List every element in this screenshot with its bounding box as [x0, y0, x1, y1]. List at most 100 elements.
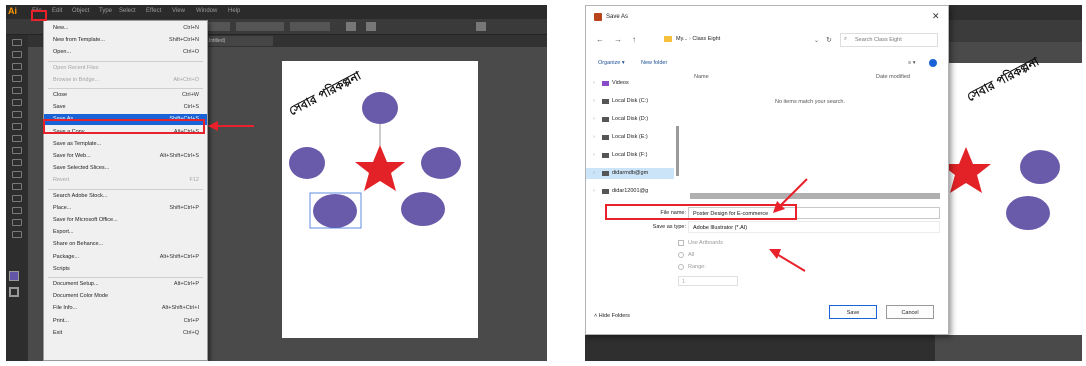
- rectangle-tool-icon[interactable]: [12, 123, 22, 130]
- gradient-tool-icon[interactable]: [12, 219, 22, 226]
- chevron-right-icon[interactable]: ›: [593, 152, 595, 158]
- magic-wand-tool-icon[interactable]: [12, 63, 22, 70]
- file-menu-item[interactable]: New... Ctrl+N: [44, 23, 207, 34]
- hide-folders-toggle[interactable]: ˄ Hide Folders: [594, 313, 630, 319]
- address-bar[interactable]: My... › Class Eight: [662, 33, 810, 47]
- save-button[interactable]: Save: [829, 305, 877, 319]
- chevron-right-icon[interactable]: ›: [593, 80, 595, 86]
- file-menu-item[interactable]: Export...: [44, 227, 207, 238]
- file-menu-item[interactable]: Save Ctrl+S: [44, 102, 207, 113]
- breadcrumb-current[interactable]: Class Eight: [692, 36, 720, 42]
- nav-item[interactable]: › Local Disk (D:): [586, 114, 674, 125]
- file-menu-item[interactable]: Share on Behance...: [44, 239, 207, 250]
- close-icon[interactable]: ✕: [932, 11, 940, 22]
- file-menu-item[interactable]: Document Setup... Alt+Ctrl+P: [44, 279, 207, 290]
- organize-button[interactable]: Organize ▾: [598, 60, 625, 66]
- chevron-right-icon[interactable]: ›: [593, 116, 595, 122]
- ellipse-right[interactable]: [421, 147, 461, 179]
- chevron-right-icon[interactable]: ›: [593, 170, 595, 176]
- menu-help[interactable]: Help: [228, 8, 240, 14]
- file-menu-item[interactable]: File Info... Alt+Shift+Ctrl+I: [44, 303, 207, 314]
- ellipse-left[interactable]: [289, 147, 325, 179]
- type-tool-icon[interactable]: [12, 99, 22, 106]
- rotate-tool-icon[interactable]: [12, 171, 22, 178]
- all-radio[interactable]: [678, 252, 684, 258]
- help-icon[interactable]: [929, 59, 937, 67]
- forward-arrow-icon[interactable]: →: [614, 35, 622, 44]
- navigation-pane: › Videos › Local Disk (C:) › Local Disk (D:) ›…: [586, 72, 678, 222]
- chevron-right-icon[interactable]: ›: [593, 188, 595, 194]
- ellipse-bottom-right[interactable]: [401, 192, 445, 226]
- eyedropper-tool-icon[interactable]: [12, 231, 22, 238]
- nav-item[interactable]: › Local Disk (E:): [586, 132, 674, 143]
- nav-scrollbar[interactable]: [676, 126, 679, 176]
- ellipse-top[interactable]: [362, 92, 398, 124]
- view-options-icon[interactable]: ≡ ▾: [908, 60, 916, 66]
- chevron-down-icon[interactable]: ⌄: [814, 37, 819, 44]
- file-menu-item[interactable]: Print... Ctrl+P: [44, 316, 207, 327]
- highlight-save-as: [43, 119, 205, 134]
- pen-tool-icon[interactable]: [12, 75, 22, 82]
- menu-view[interactable]: View: [172, 8, 185, 14]
- up-arrow-icon[interactable]: ↑: [632, 35, 636, 44]
- recolor-icon[interactable]: [366, 22, 376, 31]
- scale-tool-icon[interactable]: [12, 183, 22, 190]
- document-tab[interactable]: (Untitled): [203, 36, 273, 46]
- style-swatch[interactable]: [346, 22, 356, 31]
- nav-item[interactable]: › didarmdb@gm: [586, 168, 674, 179]
- file-menu-item[interactable]: Save for Microsoft Office...: [44, 215, 207, 226]
- file-menu-item[interactable]: Scripts: [44, 264, 207, 275]
- menu-effect[interactable]: Effect: [146, 8, 161, 14]
- file-menu-item[interactable]: Search Adobe Stock...: [44, 191, 207, 202]
- brush-dropdown[interactable]: [236, 22, 284, 31]
- chevron-right-icon[interactable]: ›: [593, 134, 595, 140]
- file-menu-item[interactable]: Save as Template...: [44, 139, 207, 150]
- column-header-name[interactable]: Name: [694, 74, 709, 80]
- align-icon[interactable]: [476, 22, 486, 31]
- ellipse-bottom-left[interactable]: [313, 194, 357, 228]
- ellipse-bottom-right[interactable]: [1006, 196, 1050, 230]
- file-menu-item[interactable]: Save for Web... Alt+Shift+Ctrl+S: [44, 151, 207, 162]
- file-menu-item[interactable]: Package... Alt+Shift+Ctrl+P: [44, 252, 207, 263]
- eraser-tool-icon[interactable]: [12, 159, 22, 166]
- menu-edit[interactable]: Edit: [52, 8, 62, 14]
- column-header-date[interactable]: Date modified: [876, 74, 910, 80]
- use-artboards-checkbox[interactable]: [678, 240, 684, 246]
- nav-item[interactable]: › Videos: [586, 78, 674, 89]
- menu-window[interactable]: Window: [196, 8, 217, 14]
- selection-tool-icon[interactable]: [12, 39, 22, 46]
- file-menu-item[interactable]: Save Selected Slices...: [44, 163, 207, 174]
- file-menu-item[interactable]: Open... Ctrl+O: [44, 47, 207, 58]
- star-shape[interactable]: [355, 145, 405, 191]
- file-menu-item[interactable]: Place... Shift+Ctrl+P: [44, 203, 207, 214]
- shape-builder-tool-icon[interactable]: [12, 207, 22, 214]
- file-menu-item[interactable]: Close Ctrl+W: [44, 90, 207, 101]
- file-menu-item[interactable]: New from Template... Shift+Ctrl+N: [44, 35, 207, 46]
- search-input[interactable]: ⌕ Search Class Eight: [840, 33, 938, 47]
- file-menu-item[interactable]: Document Color Mode: [44, 291, 207, 302]
- menu-select[interactable]: Select: [119, 8, 136, 14]
- range-radio[interactable]: [678, 264, 684, 270]
- nav-item[interactable]: › Local Disk (F:): [586, 150, 674, 161]
- nav-item[interactable]: › didar12001@g: [586, 186, 674, 197]
- width-tool-icon[interactable]: [12, 195, 22, 202]
- menu-type[interactable]: Type: [99, 8, 112, 14]
- fill-swatch[interactable]: [9, 271, 19, 281]
- paintbrush-tool-icon[interactable]: [12, 135, 22, 142]
- file-menu-item[interactable]: Exit Ctrl+Q: [44, 328, 207, 339]
- curvature-tool-icon[interactable]: [12, 87, 22, 94]
- opacity-field[interactable]: [290, 22, 330, 31]
- direct-selection-tool-icon[interactable]: [12, 51, 22, 58]
- back-arrow-icon[interactable]: ←: [596, 35, 604, 44]
- stroke-swatch[interactable]: [9, 287, 19, 297]
- menu-separator: [48, 277, 203, 278]
- menu-object[interactable]: Object: [72, 8, 89, 14]
- refresh-icon[interactable]: ↻: [826, 36, 832, 44]
- range-input[interactable]: 1: [678, 276, 738, 286]
- new-folder-button[interactable]: New folder: [641, 60, 667, 66]
- ellipse-right[interactable]: [1020, 150, 1060, 184]
- cancel-button[interactable]: Cancel: [886, 305, 934, 319]
- pencil-tool-icon[interactable]: [12, 147, 22, 154]
- line-tool-icon[interactable]: [12, 111, 22, 118]
- breadcrumb-parent[interactable]: My...: [676, 36, 688, 42]
